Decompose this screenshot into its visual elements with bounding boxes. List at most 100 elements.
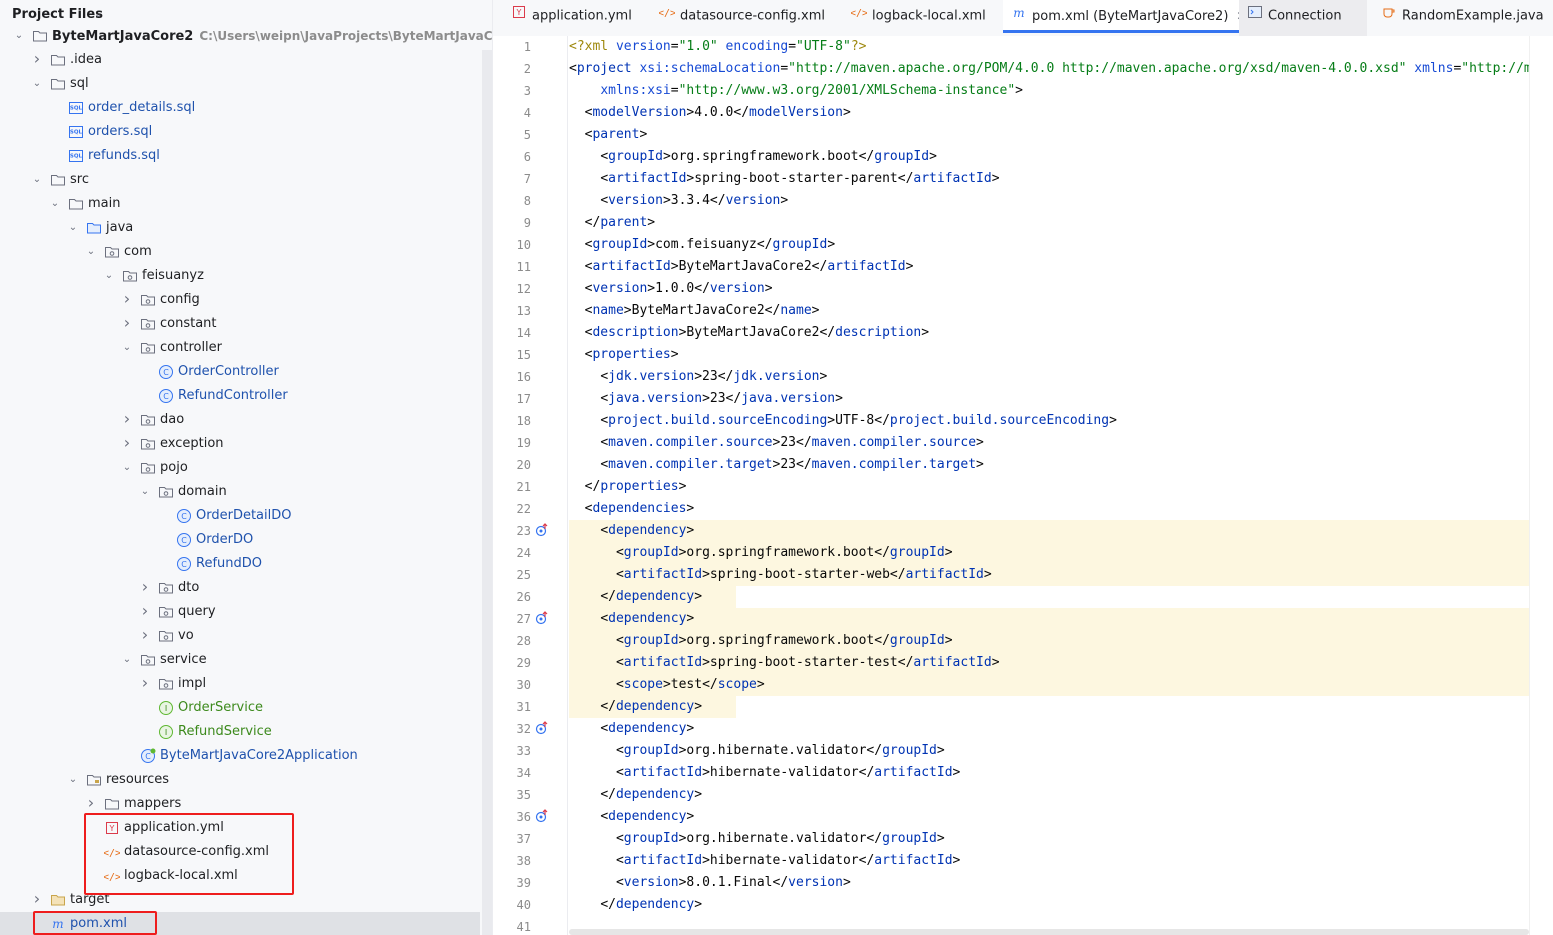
code-line[interactable]: <artifactId>ByteMartJavaCore2</artifactI… xyxy=(585,256,914,278)
code-line[interactable]: <project.build.sourceEncoding>UTF-8</pro… xyxy=(600,410,1117,432)
chevron-right-icon[interactable]: › xyxy=(30,48,44,70)
chevron-right-icon[interactable]: › xyxy=(120,312,134,334)
code-line[interactable]: <artifactId>hibernate-validator</artifac… xyxy=(616,762,960,784)
code-line[interactable]: <groupId>org.hibernate.validator</groupI… xyxy=(616,740,945,762)
chevron-down-icon[interactable]: ⌄ xyxy=(84,240,98,264)
tree-item-controller[interactable]: ⌄ controller xyxy=(0,336,480,360)
tree-item-orderdo[interactable]: C OrderDO xyxy=(0,528,480,552)
tree-item-src[interactable]: ⌄ src xyxy=(0,168,480,192)
horizontal-scrollbar[interactable] xyxy=(569,929,1529,935)
code-line[interactable]: <groupId>org.springframework.boot</group… xyxy=(600,146,937,168)
code-line[interactable]: <version>3.3.4</version> xyxy=(600,190,788,212)
tree-item-order-details-sql[interactable]: SQL order_details.sql xyxy=(0,96,480,120)
code-line[interactable]: <artifactId>hibernate-validator</artifac… xyxy=(616,850,960,872)
chevron-right-icon[interactable]: › xyxy=(138,576,152,598)
tree-item-com[interactable]: ⌄ com xyxy=(0,240,480,264)
tree-item-dao[interactable]: › dao xyxy=(0,408,480,432)
code-line[interactable]: <dependencies> xyxy=(585,498,695,520)
code-line[interactable]: <groupId>org.hibernate.validator</groupI… xyxy=(616,828,945,850)
chevron-right-icon[interactable]: › xyxy=(138,624,152,646)
tree-item-resources[interactable]: ⌄ resources xyxy=(0,768,480,792)
chevron-down-icon[interactable]: ⌄ xyxy=(66,216,80,240)
tree-item-pojo[interactable]: ⌄ pojo xyxy=(0,456,480,480)
tree-item-orderservice[interactable]: I OrderService xyxy=(0,696,480,720)
chevron-right-icon[interactable]: › xyxy=(120,288,134,310)
code-line[interactable]: <name>ByteMartJavaCore2</name> xyxy=(585,300,820,322)
dependency-gutter-icon[interactable] xyxy=(535,721,551,737)
tab-connection[interactable]: Connection xyxy=(1239,0,1367,36)
code-line[interactable]: </dependency> xyxy=(600,894,702,916)
code-line[interactable]: <artifactId>spring-boot-starter-test</ar… xyxy=(616,652,1000,674)
code-line[interactable]: <java.version>23</java.version> xyxy=(600,388,843,410)
chevron-right-icon[interactable]: › xyxy=(138,672,152,694)
code-line[interactable]: <dependency> xyxy=(600,520,694,542)
code-line[interactable]: <?xml version="1.0" encoding="UTF-8"?> xyxy=(569,36,866,58)
code-line[interactable]: </dependency> xyxy=(600,696,702,718)
code-line[interactable]: <groupId>org.springframework.boot</group… xyxy=(616,630,953,652)
tree-item-logback-local-xml[interactable]: </> logback-local.xml xyxy=(0,864,480,888)
tree-item-refundservice[interactable]: I RefundService xyxy=(0,720,480,744)
chevron-right-icon[interactable]: › xyxy=(120,408,134,430)
code-line[interactable]: </properties> xyxy=(585,476,687,498)
tree-item-exception[interactable]: › exception xyxy=(0,432,480,456)
code-line[interactable]: <properties> xyxy=(585,344,679,366)
tree-item-refunds-sql[interactable]: SQL refunds.sql xyxy=(0,144,480,168)
tree-item-pom-xml[interactable]: m pom.xml xyxy=(0,912,480,935)
code-line[interactable]: <groupId>com.feisuanyz</groupId> xyxy=(585,234,835,256)
code-line[interactable]: <version>1.0.0</version> xyxy=(585,278,773,300)
code-line[interactable]: <modelVersion>4.0.0</modelVersion> xyxy=(585,102,851,124)
sidebar-scrollbar[interactable] xyxy=(482,50,492,935)
chevron-down-icon[interactable]: ⌄ xyxy=(66,768,80,792)
tree-item-config[interactable]: › config xyxy=(0,288,480,312)
chevron-down-icon[interactable]: ⌄ xyxy=(120,336,134,360)
tree-item-impl[interactable]: › impl xyxy=(0,672,480,696)
chevron-down-icon[interactable]: ⌄ xyxy=(120,648,134,672)
tab-datasource-config-xml[interactable]: </> datasource-config.xml xyxy=(651,0,841,36)
tree-item-orderdetaildo[interactable]: C OrderDetailDO xyxy=(0,504,480,528)
tab-logback-local-xml[interactable]: </> logback-local.xml xyxy=(843,0,1001,36)
chevron-down-icon[interactable]: ⌄ xyxy=(94,9,102,20)
tree-item-java[interactable]: ⌄ java xyxy=(0,216,480,240)
code-line[interactable]: <artifactId>spring-boot-starter-parent</… xyxy=(600,168,999,190)
tree-item-mappers[interactable]: › mappers xyxy=(0,792,480,816)
code-line[interactable]: <groupId>org.springframework.boot</group… xyxy=(616,542,953,564)
tree-item-dto[interactable]: › dto xyxy=(0,576,480,600)
tree-item-vo[interactable]: › vo xyxy=(0,624,480,648)
tree-item-application-yml[interactable]: Yapplication.yml xyxy=(0,816,480,840)
tree-item-query[interactable]: › query xyxy=(0,600,480,624)
chevron-right-icon[interactable]: › xyxy=(120,432,134,454)
tree-item-bytemartjavacore2application[interactable]: C ByteMartJavaCore2Application xyxy=(0,744,480,768)
tree-item-service[interactable]: ⌄ service xyxy=(0,648,480,672)
tree-item-domain[interactable]: ⌄ domain xyxy=(0,480,480,504)
chevron-down-icon[interactable]: ⌄ xyxy=(138,480,152,504)
chevron-right-icon[interactable]: › xyxy=(84,792,98,814)
code-line[interactable]: xmlns:xsi="http://www.w3.org/2001/XMLSch… xyxy=(600,80,1023,102)
tree-item-target[interactable]: › target xyxy=(0,888,480,912)
chevron-down-icon[interactable]: ⌄ xyxy=(120,456,134,480)
code-line[interactable]: <jdk.version>23</jdk.version> xyxy=(600,366,827,388)
tab-randomexample-java[interactable]: RandomExample.java xyxy=(1373,0,1544,36)
code-line[interactable]: <dependency> xyxy=(600,608,694,630)
code-line[interactable]: <project xsi:schemaLocation="http://mave… xyxy=(569,58,1532,80)
tree-item-datasource-config-xml[interactable]: </> datasource-config.xml xyxy=(0,840,480,864)
code-line[interactable]: <parent> xyxy=(585,124,648,146)
code-line[interactable]: <dependency> xyxy=(600,806,694,828)
code-line[interactable]: <artifactId>spring-boot-starter-web</art… xyxy=(616,564,992,586)
tree-item-main[interactable]: ⌄ main xyxy=(0,192,480,216)
code-line[interactable]: <maven.compiler.source>23</maven.compile… xyxy=(600,432,984,454)
code-editor[interactable]: 1 2 3 4 5 6 7 8 9 10 11 12 13 14 15 16 17 18 19 20 21 22 23 24 2… xyxy=(493,36,1553,935)
code-line[interactable]: <scope>test</scope> xyxy=(616,674,765,696)
code-line[interactable]: <description>ByteMartJavaCore2</descript… xyxy=(585,322,929,344)
dependency-gutter-icon[interactable] xyxy=(535,611,551,627)
chevron-right-icon[interactable]: › xyxy=(30,888,44,910)
code-area[interactable]: <?xml version="1.0" encoding="UTF-8"?> <p… xyxy=(569,36,1532,935)
code-line[interactable]: <version>8.0.1.Final</version> xyxy=(616,872,851,894)
chevron-down-icon[interactable]: ⌄ xyxy=(12,24,26,48)
project-panel-title[interactable]: Project Files xyxy=(12,7,103,22)
tree-item-refundcontroller[interactable]: C RefundController xyxy=(0,384,480,408)
dependency-gutter-icon[interactable] xyxy=(535,523,551,539)
code-line[interactable]: </parent> xyxy=(585,212,655,234)
code-line[interactable]: </dependency> xyxy=(600,784,702,806)
tree-item-constant[interactable]: › constant xyxy=(0,312,480,336)
tree-item-orders-sql[interactable]: SQL orders.sql xyxy=(0,120,480,144)
